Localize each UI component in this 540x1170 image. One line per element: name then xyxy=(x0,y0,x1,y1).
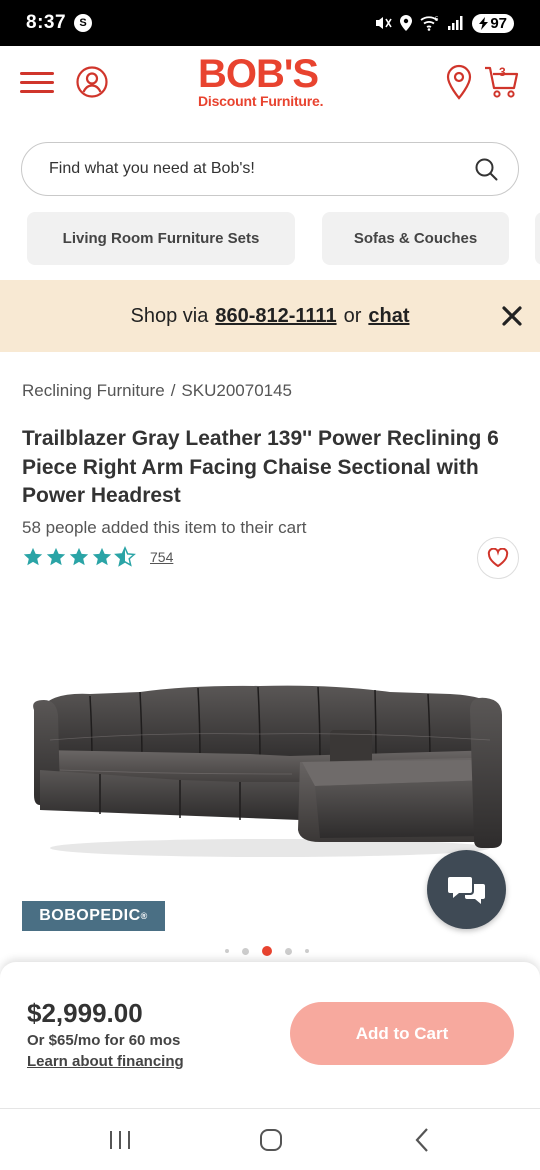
star-full-icon xyxy=(46,547,66,566)
svg-text:5: 5 xyxy=(435,17,439,23)
search-bar xyxy=(21,142,519,196)
carousel-dot[interactable] xyxy=(305,949,309,953)
product-image-sectional[interactable] xyxy=(30,670,510,860)
home-icon[interactable] xyxy=(259,1128,283,1152)
app-notification-icon: S xyxy=(74,14,93,32)
wifi-icon: 5 xyxy=(420,16,439,31)
product-price: $2,999.00 xyxy=(27,998,143,1028)
banner-or: or xyxy=(343,304,362,327)
breadcrumb-separator: / xyxy=(170,381,176,400)
chip-living-room-furniture-sets[interactable]: Living Room Furniture Sets xyxy=(27,212,295,265)
breadcrumb: Reclining Furniture / SKU20070145 xyxy=(22,381,292,401)
product-title: Trailblazer Gray Leather 139'' Power Rec… xyxy=(22,427,499,507)
star-half-icon xyxy=(114,546,136,567)
search-icon[interactable] xyxy=(474,157,498,181)
battery-level: 97 xyxy=(490,14,507,32)
image-carousel-dots xyxy=(225,946,309,956)
battery-indicator: 97 xyxy=(472,13,514,33)
badge-registered-mark: ® xyxy=(140,911,148,921)
recent-apps-icon[interactable] xyxy=(107,1129,133,1151)
back-icon[interactable] xyxy=(412,1127,432,1153)
store-location-icon[interactable] xyxy=(446,64,472,100)
cart-activity-text: 58 people added this item to their cart xyxy=(22,518,307,537)
star-full-icon xyxy=(92,547,112,566)
rating-stars xyxy=(22,546,136,568)
status-time: 8:37 xyxy=(26,12,67,33)
bobopedic-text: BOBOPEDIC xyxy=(39,907,141,924)
banner-prefix: Shop via xyxy=(130,304,209,327)
system-navigation-bar xyxy=(0,1108,540,1170)
product-rating[interactable]: 754 xyxy=(22,546,173,568)
cellular-signal-icon xyxy=(448,16,463,30)
star-full-icon xyxy=(69,547,89,566)
site-header: BOB'S Discount Furniture. 3 xyxy=(0,46,540,122)
carousel-dot[interactable] xyxy=(285,947,292,955)
account-icon[interactable] xyxy=(76,66,108,98)
cart-count-badge: 3 xyxy=(499,65,506,79)
bobs-logo[interactable]: BOB'S Discount Furniture. xyxy=(198,54,348,109)
bobopedic-badge: BOBOPEDIC ® xyxy=(22,901,165,931)
chat-bubbles-icon xyxy=(447,876,485,904)
carousel-dot-active[interactable] xyxy=(262,946,272,956)
heart-icon xyxy=(487,548,509,568)
close-icon[interactable] xyxy=(500,304,524,328)
chip-partial[interactable] xyxy=(535,212,540,265)
status-indicators: 5 97 xyxy=(374,13,514,33)
hamburger-menu-icon[interactable] xyxy=(20,72,54,96)
logo-wordmark: BOB'S xyxy=(198,52,319,96)
logo-tagline: Discount Furniture. xyxy=(198,93,324,109)
monthly-payment-text: Or $65/mo for 60 mos xyxy=(27,1032,181,1049)
charging-icon xyxy=(479,16,489,30)
review-count-link[interactable]: 754 xyxy=(150,549,173,565)
purchase-panel: $2,999.00 Or $65/mo for 60 mos Learn abo… xyxy=(0,962,540,1108)
status-bar: 8:37 S 5 97 xyxy=(0,0,540,46)
chip-sofas-couches[interactable]: Sofas & Couches xyxy=(322,212,509,265)
wishlist-button[interactable] xyxy=(477,537,519,579)
breadcrumb-category-link[interactable]: Reclining Furniture xyxy=(22,381,165,401)
chat-button[interactable] xyxy=(427,850,506,929)
breadcrumb-sku: SKU20070145 xyxy=(181,381,293,400)
carousel-dot[interactable] xyxy=(225,949,229,953)
location-status-icon xyxy=(400,15,413,31)
learn-about-financing-link[interactable]: Learn about financing xyxy=(27,1053,184,1070)
mute-icon xyxy=(376,17,392,29)
add-to-cart-button[interactable]: Add to Cart xyxy=(290,1002,514,1065)
search-input[interactable] xyxy=(49,160,474,178)
chat-link[interactable]: chat xyxy=(368,305,409,328)
phone-link[interactable]: 860-812-1111 xyxy=(215,305,336,328)
contact-banner: Shop via 860-812-1111 or chat xyxy=(0,280,540,352)
star-full-icon xyxy=(23,547,43,566)
carousel-dot[interactable] xyxy=(242,947,249,955)
